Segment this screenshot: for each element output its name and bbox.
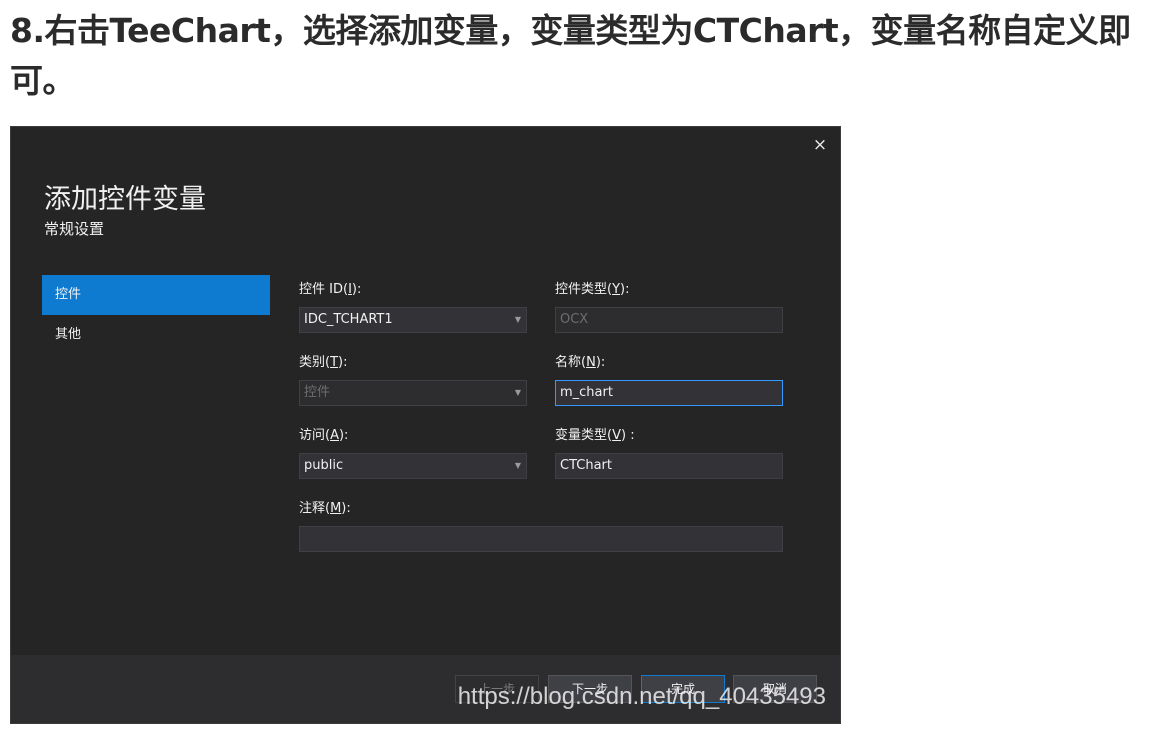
name-input[interactable]: m_chart [555,380,783,406]
access-value: public [304,458,344,473]
comment-input[interactable] [299,526,783,552]
category-label: 类别(T): [299,355,348,370]
variable-type-value: CTChart [560,458,612,473]
control-type-value: OCX [560,312,589,327]
nav-item-control[interactable]: 控件 [42,275,270,315]
add-control-variable-dialog: × 添加控件变量 常规设置 控件 其他 控件 ID(I): IDC_TCHART… [10,126,841,724]
control-id-select[interactable]: IDC_TCHART1 ▼ [299,307,527,333]
control-type-label: 控件类型(Y): [555,282,630,297]
name-label: 名称(N): [555,355,606,370]
variable-type-label: 变量类型(V) : [555,428,635,443]
watermark: https://blog.csdn.net/qq_40435493 [457,683,826,710]
control-type-field: OCX [555,307,783,333]
close-button[interactable]: × [812,135,828,155]
instruction-heading: 8.右击TeeChart，选择添加变量，变量类型为CTChart，变量名称自定义… [10,11,1131,100]
access-label: 访问(A): [299,428,349,443]
control-id-label: 控件 ID(I): [299,282,362,297]
dialog-subtitle: 常规设置 [44,220,105,238]
category-value: 控件 [304,385,331,400]
dialog-title: 添加控件变量 [44,184,206,215]
name-value: m_chart [560,385,613,400]
category-select: 控件 ▼ [299,380,527,406]
access-select[interactable]: public ▼ [299,453,527,479]
chevron-down-icon: ▼ [514,461,521,470]
settings-nav: 控件 其他 [42,275,270,355]
control-id-value: IDC_TCHART1 [304,312,393,327]
chevron-down-icon: ▼ [514,315,521,324]
nav-item-other[interactable]: 其他 [42,315,270,355]
chevron-down-icon: ▼ [514,388,521,397]
variable-type-input[interactable]: CTChart [555,453,783,479]
comment-label: 注释(M): [299,501,351,516]
